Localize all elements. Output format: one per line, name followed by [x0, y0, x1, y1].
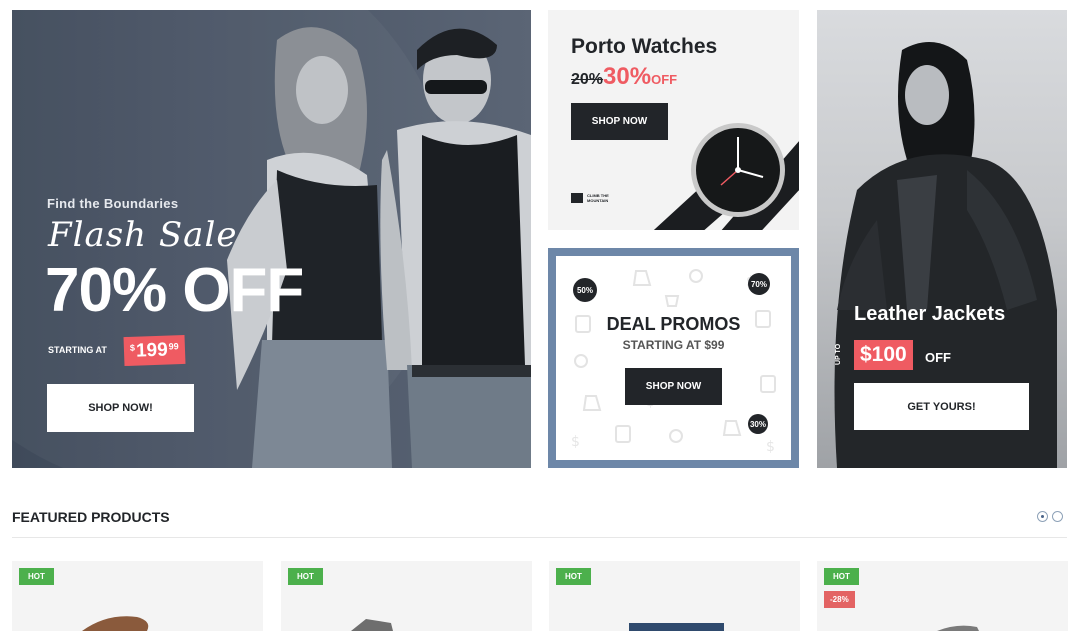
hot-label: HOT: [556, 568, 591, 585]
shop-now-button[interactable]: SHOP NOW: [571, 103, 668, 140]
carousel-dot-2[interactable]: [1052, 511, 1063, 522]
brand-mark-icon: [571, 193, 583, 203]
hot-label: HOT: [288, 568, 323, 585]
discount-badge: 30%: [748, 414, 768, 434]
product-image: [351, 619, 393, 631]
leather-jackets-banner[interactable]: Leather Jackets UP TO $100 OFF GET YOURS…: [817, 10, 1067, 468]
product-image: [629, 623, 724, 631]
deal-promos-title: DEAL PROMOS: [606, 314, 741, 334]
up-to-label: UP TO: [835, 343, 842, 365]
off-label: OFF: [925, 350, 951, 365]
flash-sale-banner[interactable]: Find the Boundaries Flash Sale 70% OFF S…: [12, 10, 531, 468]
banner-headline: 70% OFF: [45, 256, 304, 325]
watches-banner[interactable]: Porto Watches 20% 30% OFF SHOP NOW CLIMB…: [548, 10, 799, 230]
starting-at-label: STARTING AT: [48, 345, 107, 355]
couple-model-image: [227, 27, 531, 468]
product-card[interactable]: HOT: [549, 561, 800, 631]
discount-badge: 50%: [573, 278, 597, 302]
product-card[interactable]: HOT: [12, 561, 263, 631]
price-tag: $ 199 99: [123, 334, 186, 367]
product-image: [937, 625, 979, 631]
shop-now-button[interactable]: SHOP NOW: [625, 368, 722, 405]
banner-script-title: Flash Sale: [48, 215, 238, 255]
product-card[interactable]: HOT: [281, 561, 532, 631]
brand-text: CLIMB THE MOUNTAIN: [587, 193, 609, 203]
jackets-title: Leather Jackets: [854, 303, 1006, 325]
section-title: FEATURED PRODUCTS: [12, 509, 170, 525]
new-discount: 30%: [603, 63, 652, 90]
deal-promos-banner[interactable]: $ $ $ $ 50% 70% 30% DEAL PROMOS STARTING…: [548, 248, 799, 468]
old-discount: 20%: [571, 71, 604, 88]
svg-text:$: $: [766, 439, 775, 455]
brand-logo: CLIMB THE MOUNTAIN: [571, 193, 627, 203]
off-label: OFF: [651, 72, 678, 87]
get-yours-button[interactable]: GET YOURS!: [854, 383, 1029, 430]
deal-promos-inner: $ $ $ $ 50% 70% 30% DEAL PROMOS STARTING…: [556, 256, 791, 460]
carousel-dots: [1037, 511, 1063, 522]
carousel-dot-1[interactable]: [1037, 511, 1048, 522]
price-main: 199: [135, 339, 169, 362]
hot-label: HOT: [19, 568, 54, 585]
section-divider: [12, 537, 1067, 538]
product-image: [82, 616, 149, 631]
jackets-price: $100: [854, 340, 913, 370]
watches-title: Porto Watches: [571, 35, 718, 58]
hot-label: HOT: [824, 568, 859, 585]
deal-promos-subtitle: STARTING AT $99: [622, 338, 725, 352]
banner-subtitle: Find the Boundaries: [47, 196, 179, 211]
shop-now-button[interactable]: SHOP NOW!: [47, 384, 194, 432]
discount-badge: 70%: [748, 273, 770, 295]
watches-discount: 20% 30% OFF: [571, 63, 677, 91]
price-currency: $: [129, 342, 136, 353]
price-cents: 99: [168, 341, 179, 352]
svg-text:$: $: [571, 434, 580, 450]
product-card[interactable]: HOT -28%: [817, 561, 1068, 631]
discount-label: -28%: [824, 591, 855, 608]
